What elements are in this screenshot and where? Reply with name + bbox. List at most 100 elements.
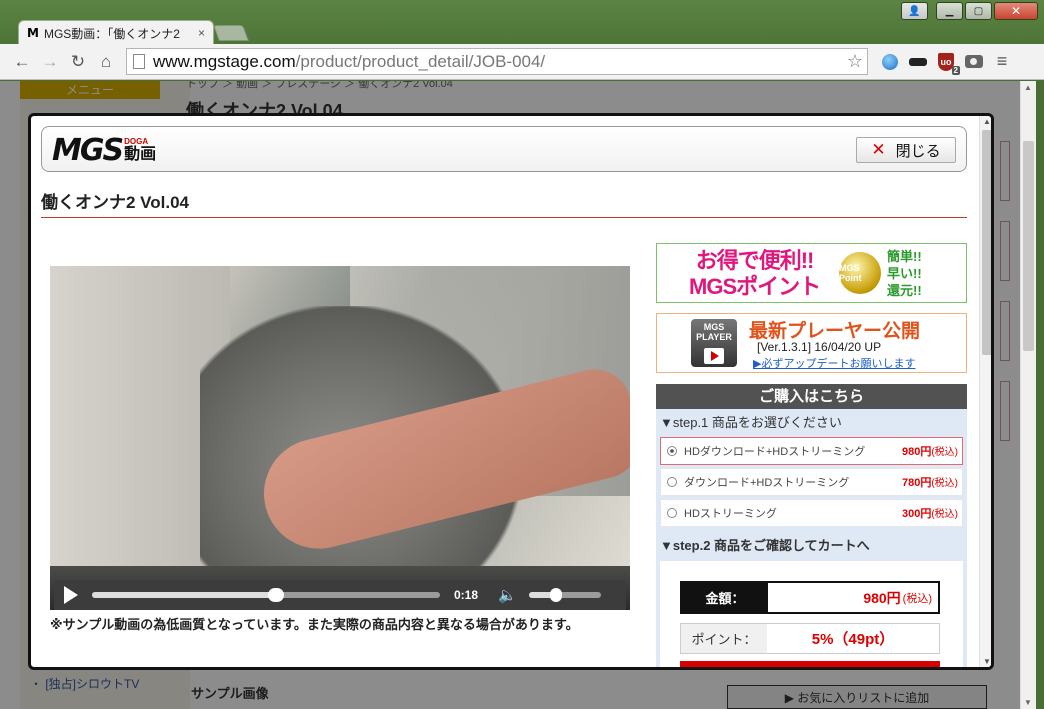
play-icon[interactable]	[64, 586, 78, 604]
player-banner-title: 最新プレーヤー公開	[749, 321, 921, 342]
volume-handle[interactable]	[550, 588, 563, 602]
modal-scrollbar[interactable]: ▲ ▼	[979, 116, 991, 667]
close-label: 閉じる	[895, 142, 941, 160]
option-label: HDダウンロード+HDストリーミング	[684, 446, 866, 458]
maximize-icon[interactable]: ▢	[965, 2, 992, 20]
ublock-label: uo	[940, 56, 952, 67]
option-hd-streaming[interactable]: HDストリーミング 300円(税込)	[660, 499, 963, 527]
points-side-1: 簡単!!	[887, 249, 922, 264]
page-scroll-thumb[interactable]	[1023, 141, 1034, 351]
option-price: 780円(税込)	[902, 474, 958, 490]
seek-handle[interactable]	[268, 588, 285, 602]
modal-header: MGS DOGA 動画 ✕ 閉じる	[41, 126, 967, 172]
time-display: 0:18	[454, 588, 479, 602]
option-hd-download-streaming[interactable]: HDダウンロード+HDストリーミング 980円(税込)	[660, 437, 963, 465]
scroll-down-icon[interactable]: ▼	[1024, 698, 1032, 707]
back-arrow-icon[interactable]: ←	[8, 48, 36, 76]
amount-tax: (税込)	[902, 592, 932, 605]
browser-tab[interactable]: M MGS動画：「働くオンナ2 ×	[18, 20, 214, 45]
player-version: [Ver.1.3.1] 16/04/20 UP	[757, 340, 882, 354]
modal-scroll-up-icon[interactable]: ▲	[983, 117, 991, 126]
points-side-2: 早い!!	[887, 266, 922, 281]
amount-row: 金額： 980円 (税込)	[680, 581, 940, 614]
modal-scroll-thumb[interactable]	[982, 130, 991, 355]
seek-bar[interactable]	[92, 588, 440, 602]
option-price-value: 980円	[901, 446, 932, 458]
option-price: 980円(税込)	[902, 443, 958, 459]
option-price-value: 300円	[901, 508, 932, 520]
window-border	[1036, 81, 1044, 709]
player-icon-label: MGS PLAYER	[696, 322, 732, 342]
purchase-header: ご購入はこちら	[656, 384, 967, 409]
seek-progress	[92, 592, 277, 598]
points-banner[interactable]: お得で便利!! MGSポイント MGS Point 簡単!! 早い!! 還元!!	[656, 243, 967, 303]
points-side-3: 還元!!	[887, 283, 922, 298]
ublock-extension-icon[interactable]: uo 2	[932, 48, 960, 76]
mgs-favicon-icon: M	[27, 26, 39, 40]
step1-label: ▼step.1 商品をお選びください	[660, 415, 842, 430]
modal-close-button[interactable]: ✕ 閉じる	[856, 137, 956, 163]
new-tab-button[interactable]	[213, 25, 249, 41]
globe-extension-icon[interactable]	[876, 48, 904, 76]
video-frame	[50, 266, 630, 610]
video-controls: 0:18 🔈	[54, 580, 626, 610]
point-row: ポイント： 5%（49pt）	[680, 623, 940, 654]
points-banner-main: お得で便利!! MGSポイント	[689, 248, 821, 300]
logo-doga-text: DOGA	[124, 137, 149, 146]
product-title: 働くオンナ2 Vol.04	[41, 193, 189, 212]
option-label: HDストリーミング	[684, 508, 777, 520]
reload-icon[interactable]: ↻	[64, 48, 92, 76]
option-price-value: 780円	[901, 477, 932, 489]
volume-icon[interactable]: 🔈	[498, 586, 517, 604]
mask-extension-icon[interactable]	[904, 48, 932, 76]
video-modal: MGS DOGA 動画 ✕ 閉じる 働くオンナ2 Vol.04 0:18 🔈 ※…	[28, 113, 994, 670]
address-bar[interactable]: www.mgstage.com/product/product_detail/J…	[126, 48, 868, 75]
player-update-link[interactable]: ▶必ずアップデートお願いします	[753, 355, 915, 371]
option-tax: (税込)	[931, 447, 958, 458]
player-banner[interactable]: MGS PLAYER 最新プレーヤー公開 [Ver.1.3.1] 16/04/2…	[656, 313, 967, 373]
bookmark-star-icon[interactable]: ☆	[847, 51, 863, 72]
radio-button[interactable]	[667, 477, 677, 487]
radio-button[interactable]	[667, 508, 677, 518]
minimize-icon[interactable]: ▁	[936, 2, 963, 20]
window-close-icon[interactable]: ✕	[994, 2, 1038, 20]
points-banner-line1: お得で便利!!	[695, 248, 815, 273]
amount-label: 金額：	[682, 583, 768, 612]
amount-value: 980円 (税込)	[768, 583, 938, 612]
logo-douga-text: 動画	[124, 146, 157, 163]
browser-titlebar: M MGS動画：「働くオンナ2 × 👤 ▁ ▢ ✕	[0, 0, 1044, 45]
browser-menu-icon[interactable]: ≡	[988, 48, 1016, 76]
option-download-streaming[interactable]: ダウンロード+HDストリーミング 780円(税込)	[660, 468, 963, 496]
title-divider	[41, 217, 967, 218]
step2-label: ▼step.2 商品をご確認してカートへ	[660, 538, 870, 553]
modal-scroll-down-icon[interactable]: ▼	[983, 657, 991, 666]
add-to-cart-button[interactable]	[680, 661, 940, 667]
amount-price: 980円	[863, 589, 901, 606]
sample-video-player[interactable]: 0:18 🔈	[50, 266, 630, 610]
user-profile-icon[interactable]: 👤	[901, 2, 928, 20]
points-banner-line2: MGSポイント	[689, 274, 821, 299]
sample-note: ※サンプル動画の為低画質となっています。また実際の商品内容と異なる場合があります…	[50, 617, 579, 632]
tab-close-icon[interactable]: ×	[198, 26, 205, 40]
ublock-badge: 2	[951, 65, 960, 75]
tab-title: MGS動画：「働くオンナ2	[43, 26, 180, 41]
option-price: 300円(税込)	[902, 505, 958, 521]
forward-arrow-icon[interactable]: →	[36, 48, 64, 76]
volume-slider[interactable]	[528, 588, 601, 602]
points-banner-side: 簡単!! 早い!! 還元!!	[887, 248, 922, 299]
logo-mgs-text: MGS	[52, 133, 124, 168]
mgs-logo: MGS DOGA 動画	[52, 133, 157, 168]
radio-button[interactable]	[667, 446, 677, 456]
point-coin-icon: MGS Point	[839, 252, 881, 294]
point-value: 5%（49pt）	[811, 631, 895, 648]
url-host: www.mgstage.com	[153, 51, 296, 71]
window-controls: 👤 ▁ ▢ ✕	[901, 2, 1038, 20]
point-label: ポイント：	[681, 624, 767, 653]
camera-extension-icon[interactable]	[960, 48, 988, 76]
home-icon[interactable]: ⌂	[92, 48, 120, 76]
page-scrollbar[interactable]: ▲ ▼	[1020, 81, 1036, 709]
option-tax: (税込)	[931, 509, 958, 520]
purchase-panel: ご購入はこちら ▼step.1 商品をお選びください HDダウンロード+HDスト…	[656, 384, 967, 667]
option-tax: (税込)	[931, 478, 958, 489]
scroll-up-icon[interactable]: ▲	[1024, 83, 1032, 92]
